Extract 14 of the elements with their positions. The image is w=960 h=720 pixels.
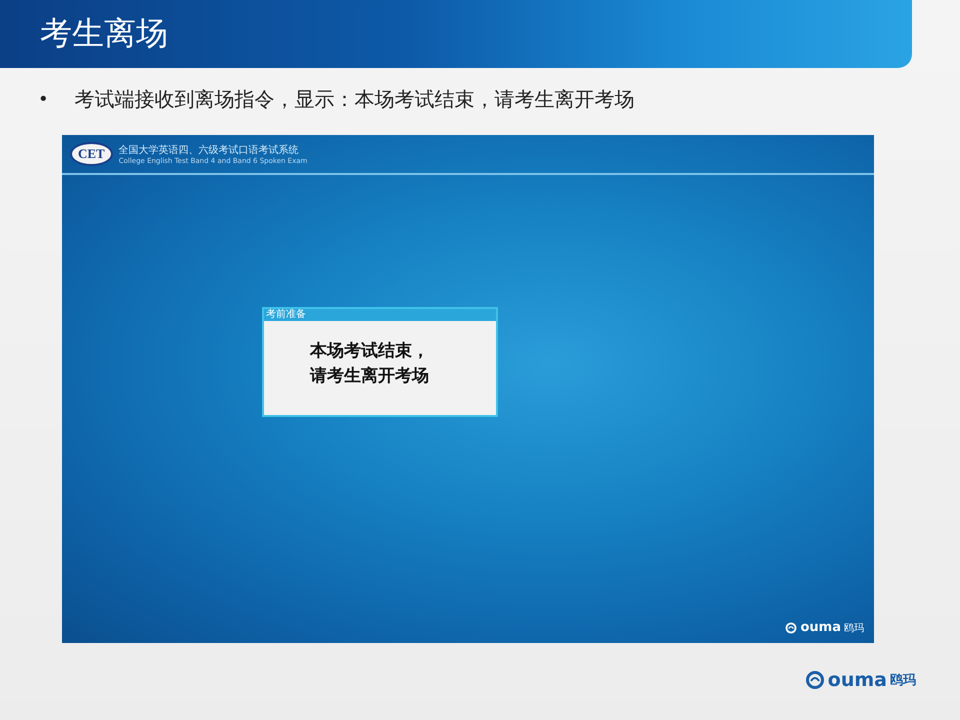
swirl-logo-icon bbox=[785, 622, 798, 634]
swirl-logo-icon bbox=[804, 670, 825, 690]
slide-title: 考生离场 bbox=[40, 13, 168, 54]
bullet-marker: • bbox=[38, 89, 49, 110]
dialog-message-line: 本场考试结束， bbox=[310, 340, 430, 362]
brand-name: ouma bbox=[800, 620, 841, 635]
bullet-text: 考试端接收到离场指令，显示：本场考试结束，请考生离开考场 bbox=[74, 86, 635, 113]
system-title: 全国大学英语四、六级考试口语考试系统 bbox=[118, 144, 300, 157]
brand-name: ouma bbox=[828, 669, 887, 691]
dialog-title: 考前准备 bbox=[266, 308, 306, 320]
brand-chinese-name: 鸥玛 bbox=[890, 672, 916, 689]
dialog-message-line: 请考生离开考场 bbox=[310, 364, 430, 388]
cet-logo: CET bbox=[70, 142, 113, 166]
brand-chinese-name: 鸥玛 bbox=[844, 622, 864, 634]
